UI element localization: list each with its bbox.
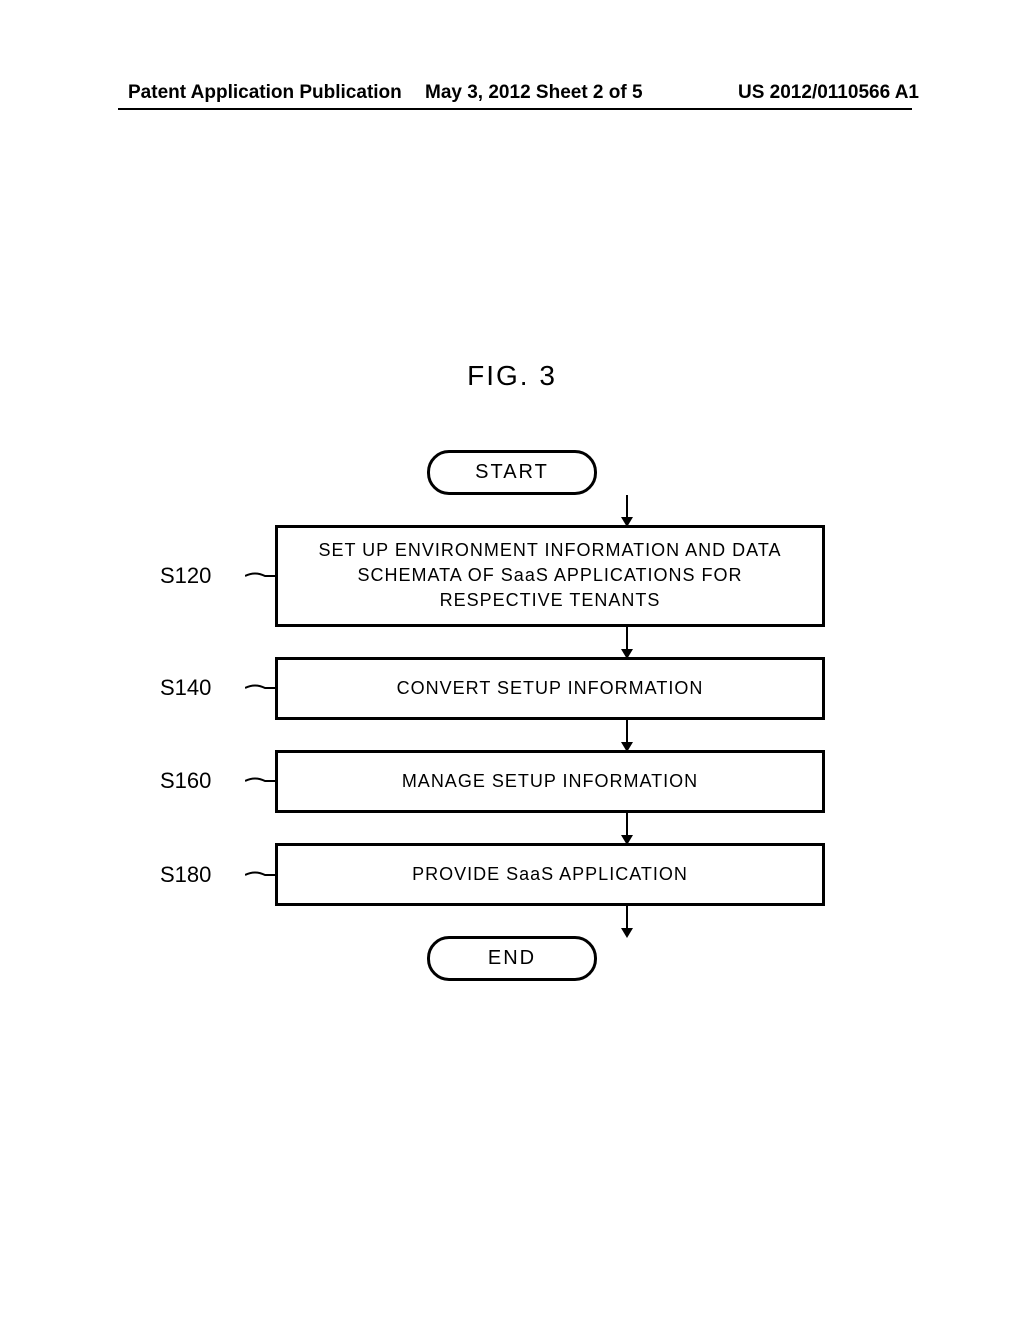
step-id-s120: S120 [160,563,230,589]
step-id-s160: S160 [160,768,230,794]
step-text-s160: MANAGE SETUP INFORMATION [402,771,698,791]
flowchart-end-terminal: END [427,936,597,981]
connector-line [245,771,275,791]
step-row-s140: S140 CONVERT SETUP INFORMATION [160,657,1024,720]
process-box-s140: CONVERT SETUP INFORMATION [275,657,825,720]
step-text-s120: SET UP ENVIRONMENT INFORMATION AND DATA … [318,540,781,610]
connector-line [245,865,275,885]
step-id-s180: S180 [160,862,230,888]
flowchart-container: START S120 SET UP ENVIRONMENT INFORMATIO… [0,450,1024,981]
arrow-connector [0,627,1024,657]
arrow-connector [0,720,1024,750]
step-id-s140: S140 [160,675,230,701]
arrow-connector [0,906,1024,936]
flowchart-start-terminal: START [427,450,597,495]
arrow-connector [0,813,1024,843]
step-text-s180: PROVIDE SaaS APPLICATION [412,864,688,884]
arrow-connector [0,495,1024,525]
figure-label: FIG. 3 [0,360,1024,392]
header-publication-type: Patent Application Publication [128,82,402,104]
process-box-s180: PROVIDE SaaS APPLICATION [275,843,825,906]
step-row-s180: S180 PROVIDE SaaS APPLICATION [160,843,1024,906]
process-box-s160: MANAGE SETUP INFORMATION [275,750,825,813]
end-label: END [488,947,536,970]
start-label: START [475,461,549,484]
process-box-s120: SET UP ENVIRONMENT INFORMATION AND DATA … [275,525,825,627]
connector-line [245,566,275,586]
header-divider [118,108,912,110]
step-text-s140: CONVERT SETUP INFORMATION [397,678,704,698]
header-publication-number: US 2012/0110566 A1 [738,82,919,104]
connector-line [245,678,275,698]
header-date-sheet: May 3, 2012 Sheet 2 of 5 [425,82,643,104]
step-row-s160: S160 MANAGE SETUP INFORMATION [160,750,1024,813]
step-row-s120: S120 SET UP ENVIRONMENT INFORMATION AND … [160,525,1024,627]
